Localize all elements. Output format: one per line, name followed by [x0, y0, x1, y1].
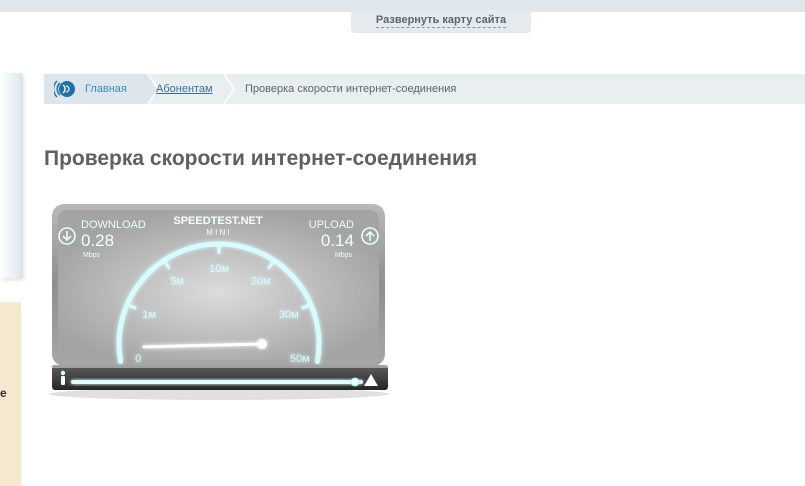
download-unit: Mbps: [83, 252, 101, 259]
left-side-note: е: [0, 302, 21, 486]
page-title: Проверка скорости интернет-соединения: [44, 147, 478, 170]
control-bar-highlight: [52, 365, 388, 368]
breadcrumb: Главная Абонентам Проверка скорости инте…: [44, 74, 805, 104]
company-logo-icon: [54, 80, 75, 98]
gauge-scale-label: 5м: [170, 276, 184, 288]
sitemap-toggle-tab[interactable]: Развернуть карту сайта: [351, 10, 531, 33]
brand-title: SPEEDTEST.NET: [173, 215, 263, 227]
gauge-scale-label: 50м: [290, 353, 310, 365]
download-label: DOWNLOAD: [81, 219, 146, 231]
upload-value: 0.14: [321, 231, 354, 250]
speedtest-widget[interactable]: DOWNLOAD 0.28 Mbps SPEEDTEST.NET M I N I…: [44, 202, 394, 402]
speedtest-control-bar: [52, 365, 388, 390]
sitemap-link[interactable]: Развернуть карту сайта: [375, 14, 507, 28]
brand-subtitle: M I N I: [206, 228, 230, 237]
test-progress-knob: [350, 377, 360, 387]
gauge-scale-label: 0: [135, 353, 141, 365]
upload-unit: Mbps: [335, 252, 353, 259]
gauge-scale-label: 1м: [142, 309, 156, 321]
download-value: 0.28: [81, 231, 114, 250]
gauge-scale-label: 10м: [209, 263, 229, 275]
left-side-panel: [0, 73, 22, 278]
upload-label: UPLOAD: [309, 219, 354, 231]
left-side-note-text: е: [0, 386, 7, 400]
gauge-scale-label: 20м: [251, 276, 271, 288]
breadcrumb-home-label[interactable]: Главная: [85, 74, 127, 104]
person-icon: [60, 370, 66, 385]
breadcrumb-subscribers[interactable]: Абонентам: [156, 74, 213, 104]
breadcrumb-current: Проверка скорости интернет-соединения: [245, 83, 457, 95]
gauge-needle-hub: [257, 339, 267, 349]
test-progress-fill: [71, 380, 363, 384]
breadcrumb-separator-icon: [224, 74, 235, 104]
gauge-scale-label: 30м: [279, 309, 299, 321]
breadcrumb-home[interactable]: Главная: [44, 74, 144, 104]
